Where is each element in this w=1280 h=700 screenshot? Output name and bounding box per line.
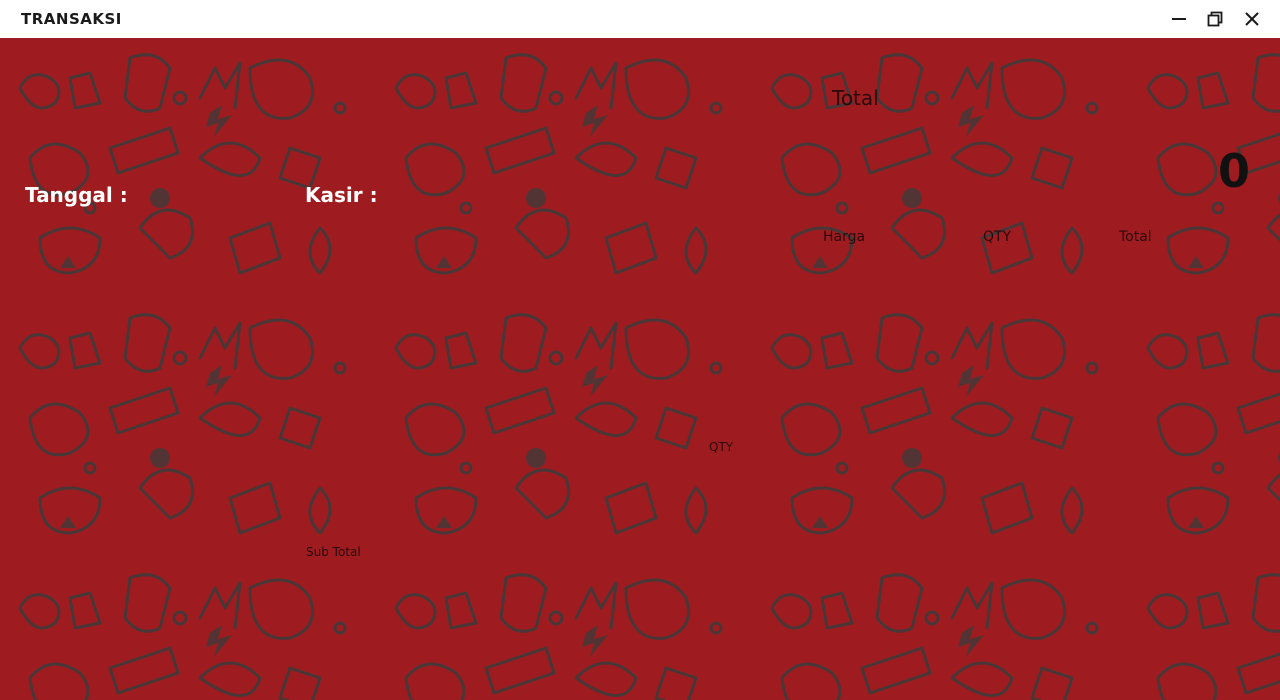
- qty-column-header: QTY: [983, 229, 1012, 245]
- minimize-button[interactable]: [1166, 6, 1192, 32]
- total-value: 0: [1218, 144, 1251, 198]
- doodle-background: [0, 38, 1280, 700]
- total-column-header: Total: [1119, 229, 1152, 245]
- subtotal-label: Sub Total: [306, 545, 361, 559]
- kasir-label: Kasir :: [305, 183, 378, 207]
- restore-icon: [1207, 11, 1223, 27]
- window-titlebar: TRANSAKSI: [0, 0, 1280, 38]
- qty-input-label: QTY: [709, 440, 734, 454]
- transaction-panel: Tanggal : Kasir : Total 0 Harga QTY Tota…: [0, 38, 1280, 700]
- close-button[interactable]: [1239, 6, 1265, 32]
- minimize-icon: [1172, 18, 1186, 20]
- total-heading: Total: [832, 86, 879, 110]
- harga-column-header: Harga: [823, 229, 866, 245]
- restore-button[interactable]: [1202, 6, 1228, 32]
- window-title: TRANSAKSI: [21, 10, 122, 28]
- close-icon: [1245, 12, 1259, 26]
- tanggal-label: Tanggal :: [25, 183, 128, 207]
